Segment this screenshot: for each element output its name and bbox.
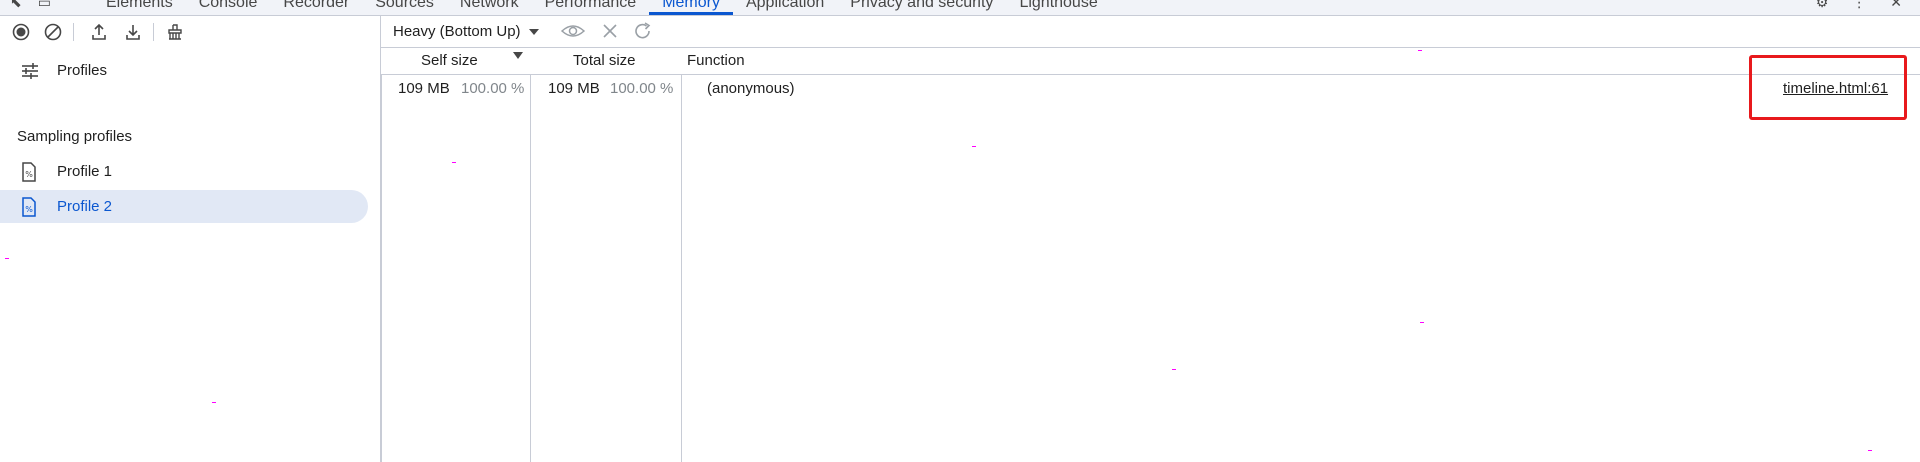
stray-mark [972, 146, 976, 147]
tab-application[interactable]: Application [733, 0, 837, 15]
column-header-self-size[interactable]: Self size [421, 52, 478, 69]
stray-mark [1172, 369, 1176, 370]
section-title-sampling-profiles: Sampling profiles [17, 128, 133, 145]
download-icon[interactable] [122, 21, 144, 43]
garbage-collect-icon[interactable] [164, 21, 186, 43]
column-divider [530, 48, 531, 462]
tab-memory[interactable]: Memory [649, 0, 733, 15]
total-size-percent: 100.00 % [610, 80, 674, 97]
column-divider [681, 48, 682, 462]
profiles-sidebar: Profiles Sampling profiles % Profile 1 %… [0, 16, 381, 462]
stray-mark [1868, 450, 1872, 451]
profiles-header[interactable]: Profiles [0, 56, 368, 86]
total-size-value: 109 MB [548, 80, 600, 97]
chevron-down-icon [528, 28, 539, 35]
devtools-tab-bar: ⬉ ▭ Elements Console Recorder Sources Ne… [0, 0, 1920, 16]
view-mode-select[interactable]: Heavy (Bottom Up) [393, 23, 539, 40]
inspect-element-icon[interactable]: ⬉ [10, 0, 22, 11]
eye-icon[interactable] [560, 22, 586, 44]
self-size-value: 109 MB [398, 80, 450, 97]
stray-mark [5, 258, 9, 259]
profile-label: Profile 1 [57, 163, 113, 180]
device-toolbar-icon[interactable]: ▭ [38, 0, 51, 11]
stray-mark [212, 402, 216, 403]
tab-network[interactable]: Network [447, 0, 532, 15]
tab-sources[interactable]: Sources [362, 0, 447, 15]
tab-recorder[interactable]: Recorder [270, 0, 362, 15]
svg-text:%: % [25, 205, 33, 214]
column-header-function[interactable]: Function [687, 52, 745, 69]
profile-label: Profile 2 [57, 198, 113, 215]
column-divider [381, 48, 382, 462]
settings-icon[interactable]: ⚙ [1816, 0, 1829, 11]
function-name: (anonymous) [707, 80, 795, 97]
refresh-icon[interactable] [633, 22, 653, 44]
sidebar-item-profile-2[interactable]: % Profile 2 [0, 190, 368, 223]
svg-text:%: % [25, 170, 33, 179]
tab-console[interactable]: Console [186, 0, 271, 15]
profile-file-icon: % [21, 197, 37, 221]
sidebar-item-profile-1[interactable]: % Profile 1 [0, 155, 368, 188]
tab-lighthouse[interactable]: Lighthouse [1006, 0, 1110, 15]
tab-elements[interactable]: Elements [93, 0, 186, 15]
profile-view: Heavy (Bottom Up) Self size Total size F… [381, 16, 1920, 462]
profile-data-grid: Self size Total size Function 109 MB 100… [381, 48, 1920, 462]
table-header: Self size Total size Function [381, 48, 1920, 75]
stray-mark [1418, 50, 1422, 51]
sort-descending-icon [513, 52, 523, 59]
toolbar-divider [73, 22, 74, 41]
tab-performance[interactable]: Performance [532, 0, 650, 15]
stray-mark [452, 162, 456, 163]
table-row[interactable]: 109 MB 100.00 % 109 MB 100.00 % (anonymo… [381, 75, 1920, 101]
sliders-icon [20, 62, 40, 84]
clear-icon[interactable] [42, 21, 64, 43]
close-icon[interactable]: ✕ [1890, 0, 1902, 11]
upload-icon[interactable] [88, 21, 110, 43]
column-header-total-size[interactable]: Total size [573, 52, 636, 69]
profiles-label: Profiles [57, 62, 108, 79]
profile-file-icon: % [21, 162, 37, 186]
view-mode-value: Heavy (Bottom Up) [393, 23, 521, 40]
toolbar-divider [153, 22, 154, 41]
view-toolbar: Heavy (Bottom Up) [381, 16, 1920, 48]
close-icon[interactable] [601, 22, 619, 44]
profiler-toolbar [0, 16, 380, 47]
tab-privacy-and-security[interactable]: Privacy and security [837, 0, 1006, 15]
tab-list: Elements Console Recorder Sources Networ… [93, 0, 1111, 15]
more-options-icon[interactable]: ⋮ [1852, 0, 1866, 11]
source-link[interactable]: timeline.html:61 [1783, 80, 1888, 97]
stray-mark [1420, 322, 1424, 323]
record-icon[interactable] [10, 21, 32, 43]
self-size-percent: 100.00 % [461, 80, 525, 97]
